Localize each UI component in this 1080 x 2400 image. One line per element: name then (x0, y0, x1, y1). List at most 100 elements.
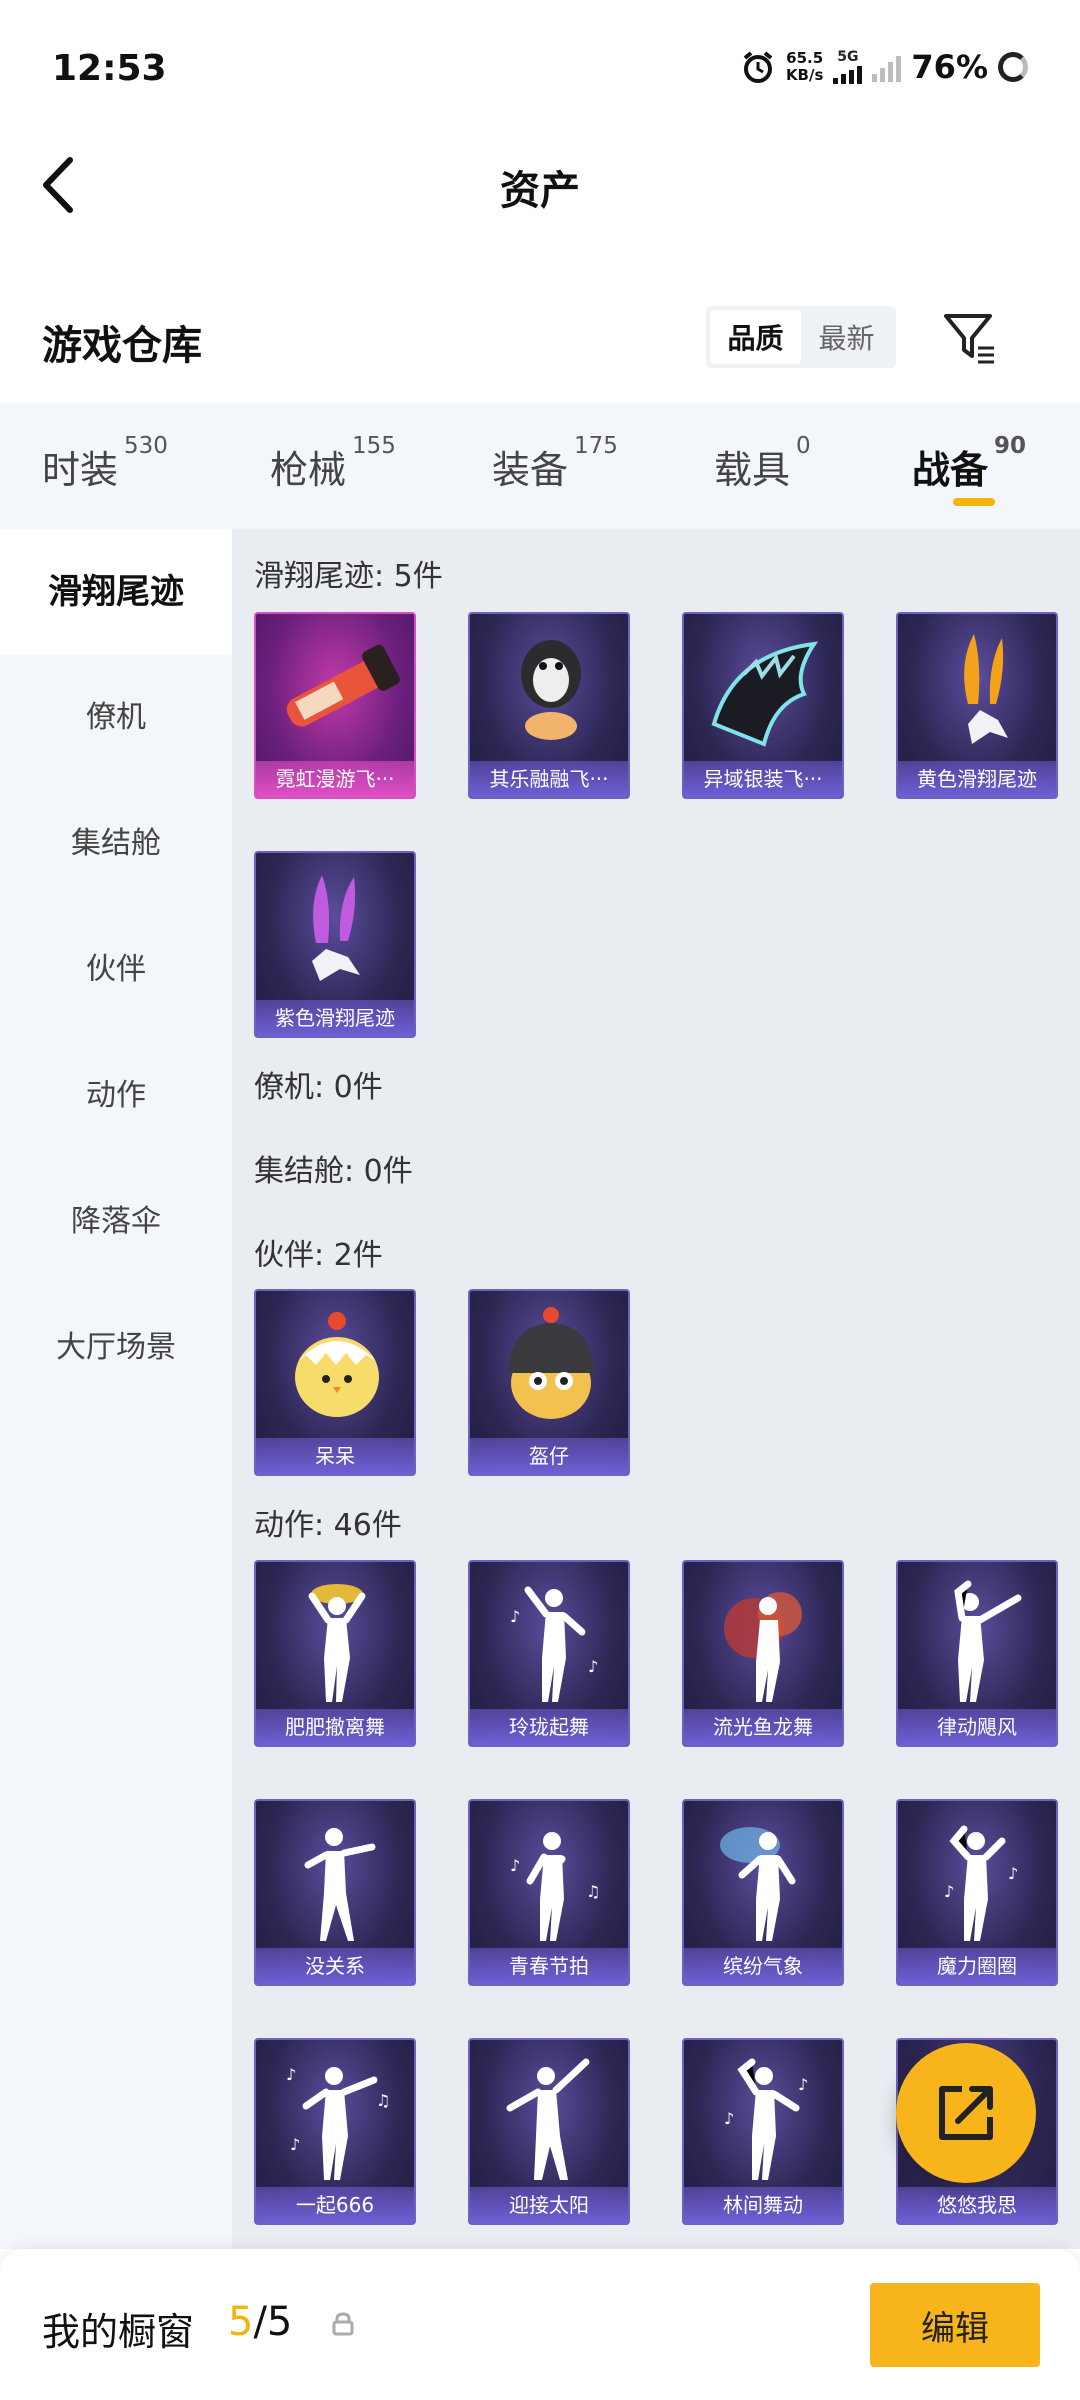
item-name: 没关系 (256, 1948, 414, 1984)
net-speed: 65.5 KB/s (786, 50, 823, 84)
item-card[interactable]: 没关系 (254, 1799, 416, 1986)
page-title: 资产 (500, 168, 580, 214)
group-label-glide: 滑翔尾迹: 5件 (254, 559, 443, 594)
group-label-partner: 伙伴: 2件 (254, 1238, 383, 1273)
sidebar-item-wingman[interactable]: 僚机 (0, 655, 232, 781)
sort-toggle: 品质 最新 (706, 306, 896, 368)
item-card[interactable]: 迎接太阳 (468, 2038, 630, 2225)
item-name: 律动飓风 (898, 1709, 1056, 1745)
svg-text:♪: ♪ (510, 1856, 520, 1875)
item-card[interactable]: ♪ ♫ ♪ 一起666 (254, 2038, 416, 2225)
dance-pose-icon: ♪♪ (510, 1586, 598, 1702)
dance-pose-icon (506, 2058, 590, 2180)
dance-pose-icon: ♪♪ (724, 2058, 808, 2180)
item-card[interactable]: 律动飓风 (896, 1560, 1058, 1747)
svg-text:♪: ♪ (286, 2065, 296, 2084)
sort-quality-option[interactable]: 品质 (710, 310, 801, 364)
yellow-trail-icon (964, 634, 1008, 744)
category-sidebar: 滑翔尾迹 僚机 集结舱 伙伴 动作 降落伞 大厅场景 (0, 529, 232, 2249)
tab-equipment[interactable]: 装备175 (492, 433, 618, 494)
item-card[interactable]: ♪ ♪ 玲珑起舞 (468, 1560, 630, 1747)
group-label-action: 动作: 46件 (254, 1508, 402, 1543)
item-card[interactable]: 其乐融融飞··· (468, 612, 630, 799)
sort-newest-option[interactable]: 最新 (801, 310, 892, 364)
showcase-count: 5/5 (228, 2299, 292, 2345)
svg-text:♪: ♪ (290, 2135, 300, 2154)
item-card[interactable]: 缤纷气象 (682, 1799, 844, 1986)
showcase-count-total: /5 (253, 2299, 293, 2345)
item-card[interactable]: 黄色滑翔尾迹 (896, 612, 1058, 799)
dance-pose-icon: ♪ ♫ ♪ (286, 2065, 390, 2180)
item-name: 迎接太阳 (470, 2187, 628, 2223)
svg-text:♫: ♫ (586, 1882, 600, 1901)
item-card[interactable]: 异域银装飞··· (682, 612, 844, 799)
sidebar-item-action[interactable]: 动作 (0, 1033, 232, 1159)
svg-text:♪: ♪ (1008, 1864, 1018, 1883)
item-card[interactable]: 盔仔 (468, 1289, 630, 1476)
tab-vehicles[interactable]: 载具0 (714, 433, 811, 494)
status-bar: 12:53 65.5 KB/s 5G 76% (0, 0, 1080, 140)
sidebar-item-lobby-scene[interactable]: 大厅场景 (0, 1285, 232, 1411)
item-card[interactable]: 肥肥撤离舞 (254, 1560, 416, 1747)
filter-icon[interactable] (942, 310, 998, 366)
showcase-count-current: 5 (228, 2299, 254, 2345)
item-card[interactable]: 霓虹漫游飞··· (254, 612, 416, 799)
item-name: 紫色滑翔尾迹 (256, 1000, 414, 1036)
sidebar-item-parachute[interactable]: 降落伞 (0, 1159, 232, 1285)
signal-icon-secondary (872, 52, 902, 82)
item-name: 盔仔 (470, 1438, 628, 1474)
svg-text:♪: ♪ (944, 1882, 954, 1901)
showcase-bar: 我的橱窗 5/5 编辑 (0, 2249, 1080, 2400)
dance-pose-icon (304, 1828, 376, 1941)
item-card[interactable]: ♪ ♪ 林间舞动 (682, 2038, 844, 2225)
dance-pose-icon: ♪♫ (510, 1832, 600, 1941)
neon-glider-icon (286, 644, 400, 727)
assets-page: 12:53 65.5 KB/s 5G 76% 资产 游戏仓库 品质 最新 时装5… (0, 0, 1080, 2400)
network-type: 5G (837, 49, 859, 65)
item-card[interactable]: 流光鱼龙舞 (682, 1560, 844, 1747)
battery-icon (998, 52, 1028, 82)
alarm-icon (743, 51, 773, 83)
item-name: 林间舞动 (684, 2187, 842, 2223)
svg-text:♪: ♪ (724, 2109, 734, 2128)
tab-battle-prep[interactable]: 战备90 (912, 433, 1026, 494)
edit-button[interactable]: 编辑 (870, 2283, 1040, 2367)
signal-icon (833, 64, 863, 84)
section-title: 游戏仓库 (42, 323, 202, 369)
item-name: 肥肥撤离舞 (256, 1709, 414, 1745)
dance-pose-icon: ♪♪ (944, 1825, 1018, 1941)
chick-partner-icon (295, 1312, 379, 1417)
item-name: 霓虹漫游飞··· (256, 761, 414, 797)
item-card[interactable]: 紫色滑翔尾迹 (254, 851, 416, 1038)
dance-pose-icon (724, 1592, 802, 1702)
share-icon (939, 2086, 993, 2140)
share-button[interactable] (896, 2043, 1036, 2183)
net-speed-unit: KB/s (785, 66, 824, 84)
item-name: 异域银装飞··· (684, 761, 842, 797)
showcase-label: 我的橱窗 (42, 2310, 195, 2354)
item-name: 玲珑起舞 (470, 1709, 628, 1745)
tab-fashion[interactable]: 时装530 (42, 433, 168, 494)
battery-level: 76% (911, 48, 988, 86)
group-label-wingman: 僚机: 0件 (254, 1070, 383, 1105)
sidebar-item-glide-trail[interactable]: 滑翔尾迹 (0, 529, 232, 655)
svg-text:♪: ♪ (798, 2075, 808, 2094)
svg-text:♫: ♫ (376, 2091, 390, 2110)
sidebar-item-capsule[interactable]: 集结舱 (0, 781, 232, 907)
item-card[interactable]: ♪ ♫ 青春节拍 (468, 1799, 630, 1986)
item-name: 呆呆 (256, 1438, 414, 1474)
item-name: 青春节拍 (470, 1948, 628, 1984)
sidebar-item-partner[interactable]: 伙伴 (0, 907, 232, 1033)
item-card[interactable]: 呆呆 (254, 1289, 416, 1476)
svg-text:♪: ♪ (588, 1657, 598, 1676)
item-card[interactable]: ♪ ♪ 魔力圈圈 (896, 1799, 1058, 1986)
purple-trail-icon (312, 875, 360, 981)
item-name: 其乐融融飞··· (470, 761, 628, 797)
tab-guns[interactable]: 枪械155 (270, 433, 396, 494)
item-name: 黄色滑翔尾迹 (898, 761, 1056, 797)
item-name: 悠悠我思 (898, 2187, 1056, 2223)
item-name: 缤纷气象 (684, 1948, 842, 1984)
active-tab-indicator (953, 498, 995, 506)
dance-pose-icon (720, 1827, 796, 1941)
group-label-capsule: 集结舱: 0件 (254, 1154, 413, 1189)
